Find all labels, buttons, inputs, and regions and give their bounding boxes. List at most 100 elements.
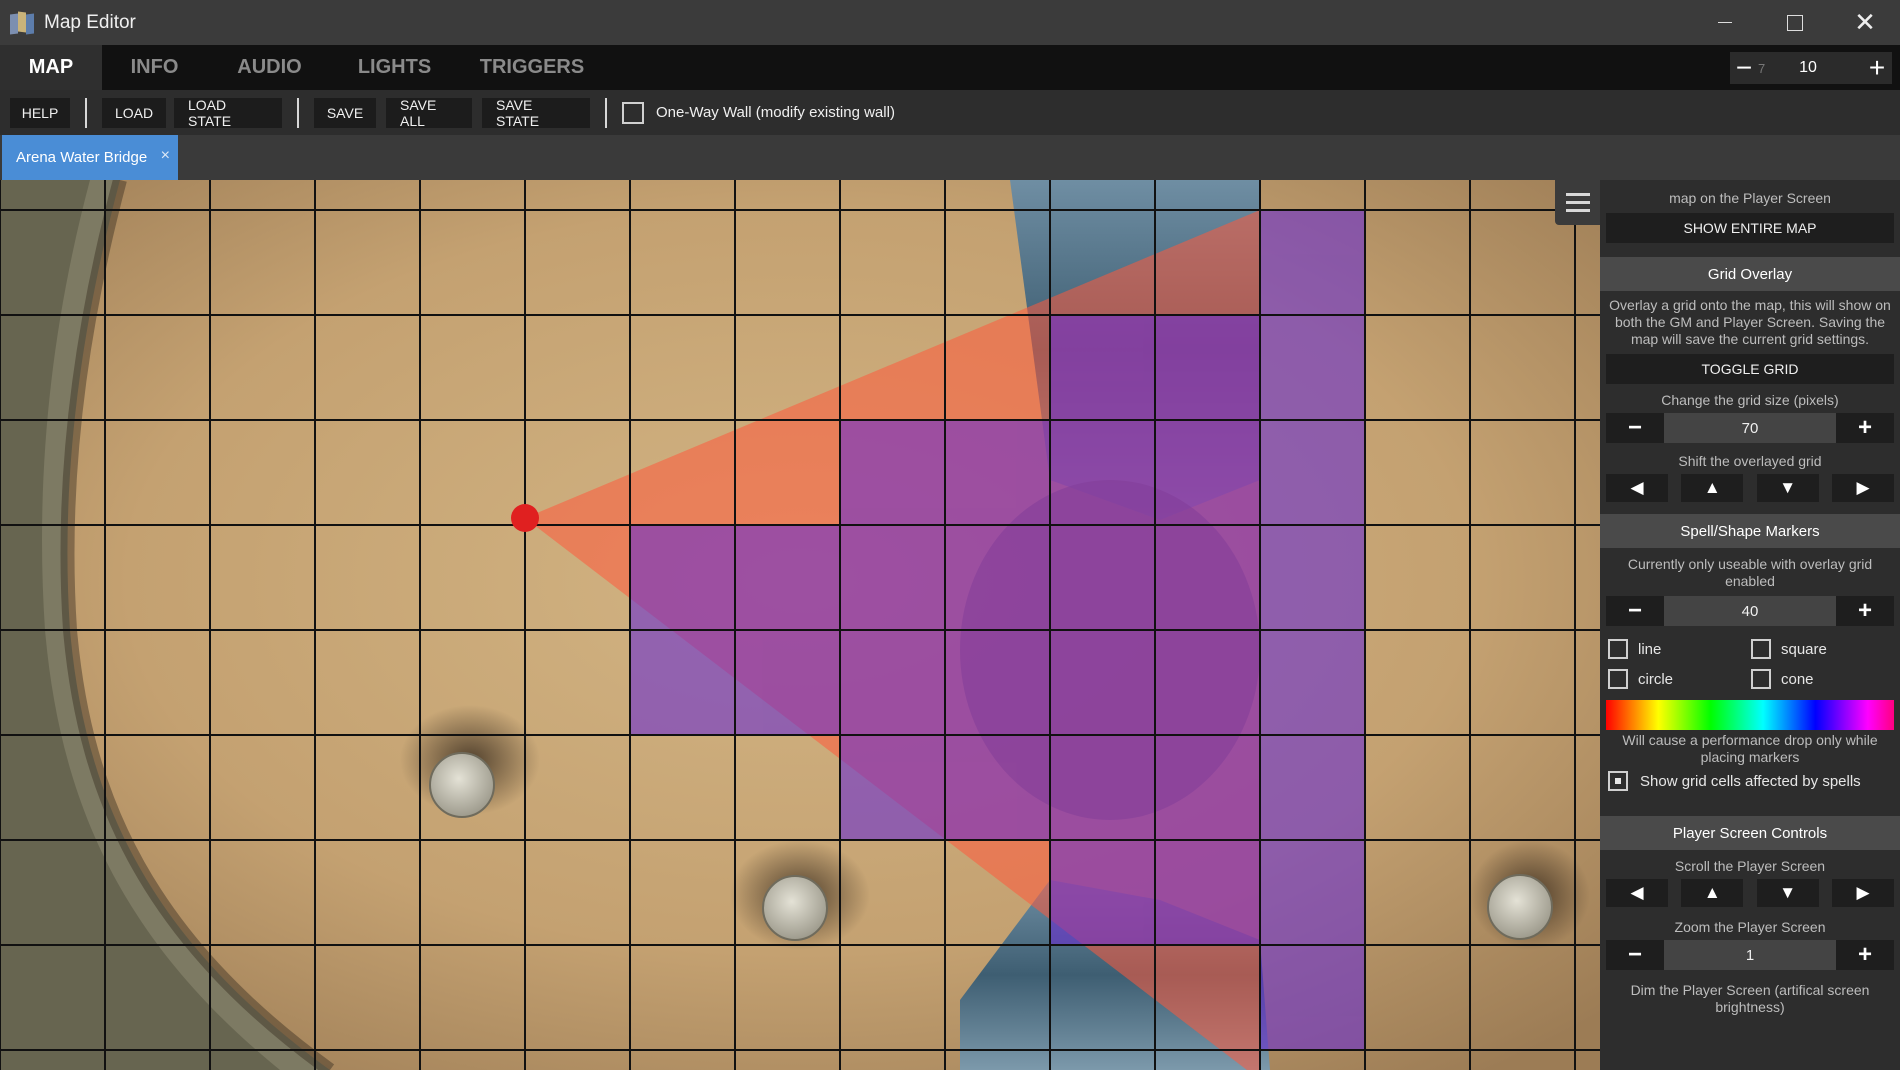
zoom-plus-button[interactable]: + [1862, 52, 1892, 84]
line-checkbox[interactable] [1608, 639, 1628, 659]
save-state-button[interactable]: SAVE STATE [482, 97, 590, 129]
spell-markers-description: Currently only useable with overlay grid… [1627, 556, 1873, 589]
scroll-left-button[interactable]: ◀ [1606, 879, 1668, 907]
square-checkbox[interactable] [1751, 639, 1771, 659]
spell-size-plus-button[interactable]: + [1836, 596, 1894, 626]
show-map-hint: map on the Player Screen [1669, 190, 1831, 206]
tab-audio[interactable]: AUDIO [207, 45, 332, 90]
scroll-player-label: Scroll the Player Screen [1674, 858, 1826, 874]
scroll-down-button[interactable]: ▼ [1756, 879, 1819, 907]
player-zoom-plus-button[interactable]: + [1836, 940, 1894, 970]
shift-grid-controls: ◀ ▲ ▼ ▶ [1606, 474, 1894, 502]
player-screen-header: Player Screen Controls [1600, 816, 1900, 850]
player-zoom-stepper: − 1 + [1606, 940, 1894, 970]
shift-grid-left-button[interactable]: ◀ [1606, 474, 1668, 502]
shape-row: line square [1600, 634, 1900, 664]
grid-size-stepper: − 70 + [1606, 413, 1894, 443]
zoom-previous-value: 7 [1758, 60, 1766, 76]
tab-map[interactable]: MAP [0, 45, 102, 90]
grid-size-plus-button[interactable]: + [1836, 413, 1894, 443]
grid-overlay-description: Overlay a grid onto the map, this will s… [1609, 297, 1891, 347]
load-state-button[interactable]: LOAD STATE [174, 97, 282, 129]
folded-map-icon [10, 10, 36, 35]
grid-size-value[interactable]: 70 [1664, 413, 1836, 443]
hamburger-menu-icon[interactable] [1555, 180, 1600, 225]
scroll-player-controls: ◀ ▲ ▼ ▶ [1606, 879, 1894, 907]
toolbar-divider [297, 97, 299, 128]
toggle-grid-button[interactable]: TOGGLE GRID [1606, 354, 1894, 384]
shift-grid-down-button[interactable]: ▼ [1756, 474, 1819, 502]
shape-square-option[interactable]: square [1751, 639, 1894, 659]
player-zoom-minus-button[interactable]: − [1606, 940, 1664, 970]
zoom-stepper: − 7 10 + [1730, 52, 1892, 84]
tab-triggers[interactable]: TRIGGERS [457, 45, 607, 90]
minimize-icon[interactable] [1690, 0, 1760, 45]
pillar [429, 752, 495, 818]
cone-checkbox[interactable] [1751, 669, 1771, 689]
player-zoom-value[interactable]: 1 [1664, 940, 1836, 970]
affected-cell [630, 630, 1365, 735]
tab-lights[interactable]: LIGHTS [332, 45, 457, 90]
shape-circle-option[interactable]: circle [1608, 669, 1751, 689]
zoom-player-label: Zoom the Player Screen [1674, 919, 1826, 935]
line-label: line [1638, 640, 1662, 658]
dim-player-label: Dim the Player Screen (artifical screen … [1630, 982, 1870, 1015]
close-icon[interactable]: ✕ [1830, 0, 1900, 45]
grid-size-label: Change the grid size (pixels) [1661, 392, 1839, 408]
shift-grid-up-button[interactable]: ▲ [1681, 474, 1744, 502]
shape-line-option[interactable]: line [1608, 639, 1751, 659]
pillar [1487, 874, 1553, 940]
save-all-button[interactable]: SAVE ALL [386, 97, 472, 129]
square-label: square [1781, 640, 1827, 658]
toolbar: HELP LOAD LOAD STATE SAVE SAVE ALL SAVE … [0, 90, 1900, 135]
map-canvas[interactable] [0, 180, 1600, 1070]
show-cells-label: Show grid cells affected by spells [1640, 772, 1861, 790]
maximize-icon[interactable] [1760, 0, 1830, 45]
circle-checkbox[interactable] [1608, 669, 1628, 689]
document-tab-label: Arena Water Bridge [16, 149, 148, 166]
spell-size-value[interactable]: 40 [1664, 596, 1836, 626]
affected-cell [1260, 210, 1365, 315]
cone-origin-marker[interactable] [511, 504, 539, 532]
battle-map[interactable] [0, 180, 1600, 1070]
shift-grid-right-button[interactable]: ▶ [1831, 474, 1894, 502]
affected-cell [840, 735, 1365, 840]
affected-cell [1260, 945, 1365, 1050]
window-title: Map Editor [44, 11, 136, 33]
settings-panel: map on the Player Screen SHOW ENTIRE MAP… [1600, 180, 1900, 1070]
document-tab[interactable]: Arena Water Bridge × [2, 135, 178, 180]
title-bar: Map Editor ✕ [0, 0, 1900, 45]
scroll-right-button[interactable]: ▶ [1831, 879, 1894, 907]
show-cells-option[interactable]: Show grid cells affected by spells [1600, 766, 1900, 796]
color-picker-slider[interactable] [1606, 700, 1894, 730]
affected-cell [630, 525, 1365, 630]
scroll-up-button[interactable]: ▲ [1681, 879, 1744, 907]
spell-size-minus-button[interactable]: − [1606, 596, 1664, 626]
zoom-minus-button[interactable]: − [1730, 52, 1758, 84]
document-tab-strip: Arena Water Bridge × [0, 135, 1900, 180]
grid-overlay-header: Grid Overlay [1600, 257, 1900, 291]
pillar [762, 875, 828, 941]
one-way-wall-label: One-Way Wall (modify existing wall) [656, 104, 895, 121]
show-cells-checkbox[interactable] [1608, 771, 1628, 791]
circle-label: circle [1638, 670, 1674, 688]
affected-cell [1050, 840, 1365, 945]
cone-label: cone [1781, 670, 1814, 688]
affected-cell [1050, 315, 1365, 420]
close-tab-icon[interactable]: × [161, 147, 170, 165]
spell-size-stepper: − 40 + [1606, 596, 1894, 626]
zoom-value[interactable]: 10 [1774, 59, 1862, 77]
affected-cell [840, 420, 1365, 525]
performance-note: Will cause a performance drop only while… [1622, 732, 1878, 765]
grid-size-minus-button[interactable]: − [1606, 413, 1664, 443]
shape-cone-option[interactable]: cone [1751, 669, 1894, 689]
shape-row: circle cone [1600, 664, 1900, 694]
load-button[interactable]: LOAD [102, 97, 166, 128]
help-button[interactable]: HELP [10, 97, 70, 128]
tab-info[interactable]: INFO [102, 45, 207, 90]
one-way-wall-checkbox[interactable] [622, 101, 644, 124]
main-tab-bar: MAP INFO AUDIO LIGHTS TRIGGERS − 7 10 + [0, 45, 1900, 90]
save-button[interactable]: SAVE [314, 97, 376, 128]
toolbar-divider [85, 97, 87, 128]
show-entire-map-button[interactable]: SHOW ENTIRE MAP [1606, 213, 1894, 243]
